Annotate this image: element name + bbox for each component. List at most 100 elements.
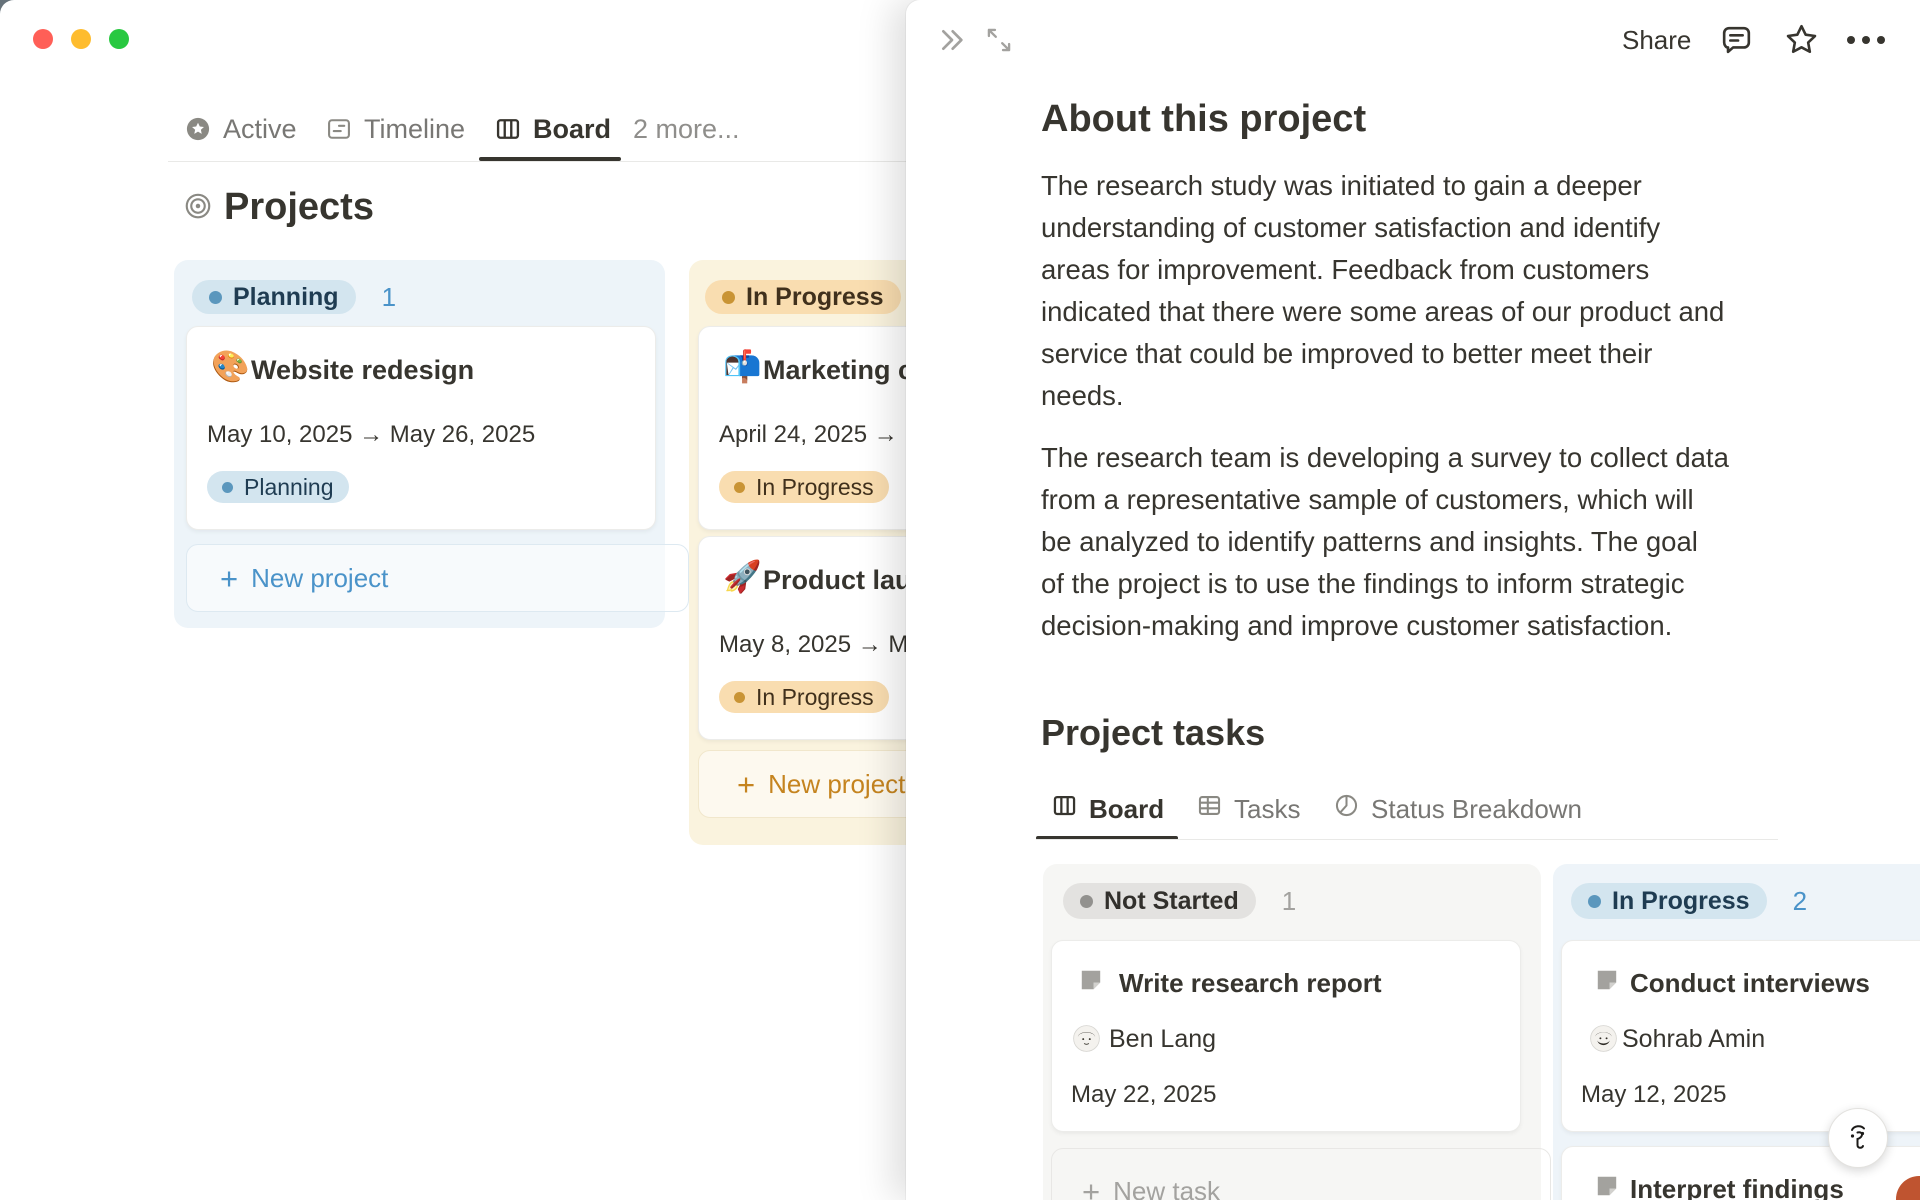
double-chevron-right-icon[interactable] — [936, 24, 968, 56]
expand-diagonal-icon[interactable] — [982, 23, 1016, 57]
column-header: Planning 1 — [192, 280, 396, 314]
view-tab-more[interactable]: 2 more... — [633, 112, 740, 146]
page-note-icon — [1594, 967, 1620, 998]
card-title: Product lau — [763, 565, 912, 595]
card-title: Write research report — [1119, 968, 1382, 998]
status-dot — [734, 691, 745, 703]
status-pill-planning: Planning — [192, 280, 356, 314]
card-date: May 12, 2025 — [1581, 1081, 1727, 1108]
status-pill-in-progress: In Progress — [1571, 883, 1767, 919]
view-tab-label: Active — [223, 113, 297, 144]
status-dot — [1588, 894, 1601, 908]
mailbox-emoji-icon: 📬 — [723, 349, 762, 384]
status-pill-label: Planning — [233, 282, 339, 311]
board-icon — [1051, 792, 1078, 826]
task-card-conduct-interviews[interactable]: Conduct interviews Sohrab Amin May 12, 2… — [1561, 940, 1920, 1132]
status-pill-label: Not Started — [1104, 886, 1239, 915]
share-button[interactable]: Share — [1622, 25, 1691, 56]
paragraph-line: areas for improvement. Feedback from cus… — [1041, 254, 1650, 285]
card-date: May 22, 2025 — [1071, 1081, 1217, 1108]
more-options-icon[interactable] — [1844, 33, 1888, 47]
paragraph-line: needs. — [1041, 380, 1124, 411]
status-pill-label: In Progress — [746, 282, 884, 311]
star-circle-icon — [184, 115, 212, 143]
paragraph-line: understanding of customer satisfaction a… — [1041, 212, 1661, 243]
pie-clock-icon — [1333, 792, 1360, 826]
palette-emoji-icon: 🎨 — [211, 349, 250, 384]
column-count: 2 — [1792, 885, 1808, 916]
task-card-write-research-report[interactable]: Write research report Ben Lang May 22, 2… — [1051, 940, 1521, 1132]
paragraph-line: decision-making and improve customer sat… — [1041, 610, 1673, 641]
task-tab-status-breakdown[interactable]: Status Breakdown — [1333, 793, 1582, 825]
card-title: Marketing c — [763, 355, 914, 385]
ai-assistant-button[interactable] — [1828, 1108, 1888, 1168]
doc-title: About this project — [1041, 98, 1367, 140]
new-task-label: New task — [1113, 1175, 1221, 1200]
new-task-button[interactable]: + New task — [1051, 1148, 1551, 1200]
plus-icon: + — [737, 766, 756, 802]
new-project-button-planning[interactable]: + New project — [186, 544, 689, 612]
project-card-website-redesign[interactable]: 🎨 Website redesign May 10, 2025 → May 26… — [186, 326, 656, 530]
view-tab-label: Board — [533, 113, 612, 144]
card-status-label: Planning — [244, 473, 334, 500]
task-tab-board[interactable]: Board — [1051, 793, 1164, 825]
minimize-window-button[interactable] — [71, 29, 91, 49]
avatar-ben-lang — [1073, 1025, 1100, 1052]
column-count: 1 — [381, 281, 397, 312]
status-pill-in-progress: In Progress — [705, 280, 901, 314]
avatar-sohrab-amin — [1590, 1025, 1617, 1052]
card-dates: May 10, 2025 → May 26, 2025 — [207, 421, 536, 448]
close-window-button[interactable] — [33, 29, 53, 49]
card-title: Website redesign — [251, 355, 475, 385]
plus-icon: + — [220, 560, 239, 596]
new-project-label: New project — [768, 768, 906, 799]
status-pill-label: In Progress — [1612, 886, 1750, 915]
rocket-emoji-icon: 🚀 — [723, 559, 762, 594]
view-tab-timeline[interactable]: Timeline — [325, 112, 465, 146]
view-tab-board[interactable]: Board — [494, 112, 611, 146]
paragraph-line: The research team is developing a survey… — [1041, 442, 1729, 473]
status-dot — [222, 481, 233, 493]
side-peek-panel: Share About this project The research st… — [906, 0, 1920, 1200]
card-dates: April 24, 2025 → M — [719, 421, 925, 448]
paragraph-line: of the project is to use the findings to… — [1041, 568, 1685, 599]
status-dot — [209, 290, 222, 304]
card-status-tag: Planning — [207, 471, 349, 503]
assignee-name: Sohrab Amin — [1622, 1025, 1766, 1053]
card-status-label: In Progress — [756, 683, 874, 710]
target-icon — [183, 191, 213, 226]
paragraph-line: from a representative sample of customer… — [1041, 484, 1694, 515]
column-header: In Progress 2 — [1571, 883, 1807, 919]
section-heading: Project tasks — [1041, 712, 1266, 753]
comments-icon[interactable] — [1718, 22, 1755, 59]
paragraph-line: service that could be improved to better… — [1041, 338, 1653, 369]
board-icon — [494, 115, 522, 143]
app-window: Active Timeline Board 2 more... Projects… — [0, 0, 1920, 1200]
zoom-window-button[interactable] — [109, 29, 129, 49]
card-status-tag: In Progress — [719, 681, 889, 713]
task-tab-tasks[interactable]: Tasks — [1196, 793, 1300, 825]
paragraph-line: indicated that there were some areas of … — [1041, 296, 1725, 327]
plus-icon: + — [1082, 1173, 1101, 1200]
favorite-star-icon[interactable] — [1782, 20, 1821, 59]
task-tab-label: Board — [1089, 793, 1165, 824]
view-tab-label: Timeline — [364, 113, 466, 144]
assignee-name: Ben Lang — [1109, 1025, 1217, 1053]
paragraph-2: The research team is developing a survey… — [1041, 442, 1729, 652]
column-count: 1 — [1281, 885, 1297, 916]
status-dot — [1080, 894, 1093, 908]
view-tab-active[interactable]: Active — [184, 112, 297, 146]
card-dates: May 8, 2025 → Ma — [719, 631, 922, 658]
column-header: In Progress — [705, 280, 901, 314]
timeline-icon — [325, 115, 353, 143]
status-dot — [734, 481, 745, 493]
table-icon — [1196, 792, 1223, 826]
new-project-label: New project — [251, 562, 389, 593]
card-title: Conduct interviews — [1630, 968, 1870, 998]
status-dot — [722, 290, 735, 304]
task-tab-label: Tasks — [1234, 793, 1301, 824]
card-status-tag: In Progress — [719, 471, 889, 503]
paragraph-line: The research study was initiated to gain… — [1041, 170, 1642, 201]
page-title: Projects — [224, 186, 374, 228]
card-title: Interpret findings — [1630, 1174, 1844, 1200]
